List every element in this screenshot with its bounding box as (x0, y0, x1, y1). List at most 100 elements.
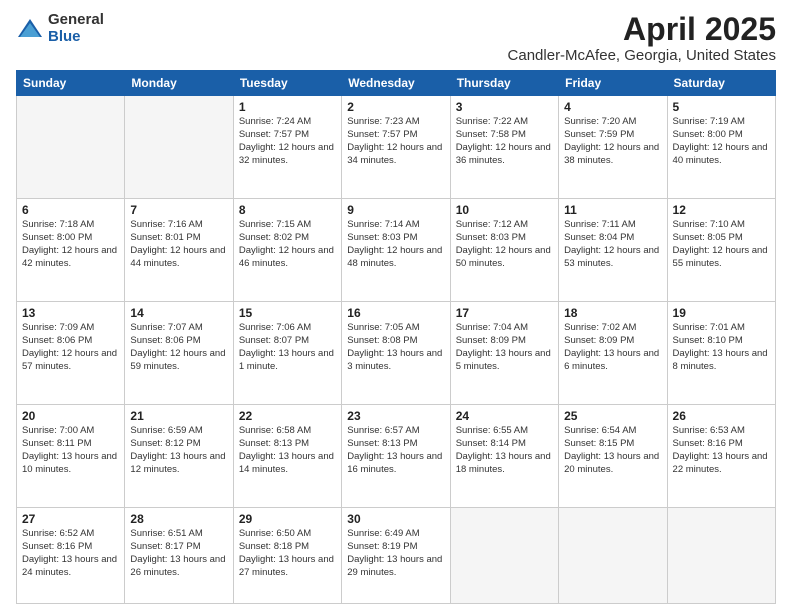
calendar-cell-0-0 (17, 96, 125, 199)
day-number: 12 (673, 203, 770, 217)
calendar-cell-1-3: 9Sunrise: 7:14 AM Sunset: 8:03 PM Daylig… (342, 199, 450, 302)
day-number: 22 (239, 409, 336, 423)
calendar-cell-2-4: 17 Sunrise: 7:04 AM Sunset: 8:09 PM Dayli… (450, 302, 558, 405)
day-info: Sunrise: 7:07 AM Sunset: 8:06 PM Dayligh… (130, 322, 227, 373)
day-info: Sunrise: 6:54 AM Sunset: 8:15 PM Dayligh… (564, 425, 661, 476)
day-number: 4 (564, 100, 661, 114)
day-info: Sunrise: 6:59 AM Sunset: 8:12 PM Dayligh… (130, 425, 227, 476)
day-number: 6 (22, 203, 119, 217)
day-number: 20 (22, 409, 119, 423)
day-number: 23 (347, 409, 444, 423)
day-info: Sunrise: 7:05 AM Sunset: 8:08 PM Dayligh… (347, 322, 444, 373)
day-info: Sunrise: 7:15 AM Sunset: 8:02 PM Dayligh… (239, 219, 336, 270)
header: General Blue April 2025 Candler-McAfee, … (16, 12, 776, 64)
calendar-week-row-0: 1 Sunrise: 7:24 AM Sunset: 7:57 PM Daylig… (17, 96, 776, 199)
day-info: Sunrise: 7:19 AM Sunset: 8:00 PM Dayligh… (673, 116, 770, 167)
day-info: Sunrise: 7:16 AM Sunset: 8:01 PM Dayligh… (130, 219, 227, 270)
calendar-cell-3-5: 25 Sunrise: 6:54 AM Sunset: 8:15 PM Dayli… (559, 405, 667, 508)
day-info: Sunrise: 7:24 AM Sunset: 7:57 PM Dayligh… (239, 116, 336, 167)
day-number: 11 (564, 203, 661, 217)
day-info: Sunrise: 7:22 AM Sunset: 7:58 PM Dayligh… (456, 116, 553, 167)
day-number: 17 (456, 306, 553, 320)
day-info: Sunrise: 7:04 AM Sunset: 8:09 PM Dayligh… (456, 322, 553, 373)
calendar-cell-1-0: 6 Sunrise: 7:18 AM Sunset: 8:00 PM Daylig… (17, 199, 125, 302)
day-number: 25 (564, 409, 661, 423)
col-monday: Monday (125, 71, 233, 96)
day-number: 24 (456, 409, 553, 423)
calendar-cell-0-3: 2 Sunrise: 7:23 AM Sunset: 7:57 PM Daylig… (342, 96, 450, 199)
calendar-cell-4-6 (667, 508, 775, 604)
day-number: 29 (239, 512, 336, 526)
day-number: 13 (22, 306, 119, 320)
calendar-table: Sunday Monday Tuesday Wednesday Thursday… (16, 70, 776, 604)
logo-text: General Blue (48, 12, 104, 45)
day-info: Sunrise: 6:50 AM Sunset: 8:18 PM Dayligh… (239, 528, 336, 579)
main-title: April 2025 (508, 12, 776, 47)
day-info: Sunrise: 7:18 AM Sunset: 8:00 PM Dayligh… (22, 219, 119, 270)
col-wednesday: Wednesday (342, 71, 450, 96)
calendar-cell-2-0: 13 Sunrise: 7:09 AM Sunset: 8:06 PM Dayli… (17, 302, 125, 405)
calendar-cell-1-4: 10 Sunrise: 7:12 AM Sunset: 8:03 PM Dayli… (450, 199, 558, 302)
day-info: Sunrise: 6:53 AM Sunset: 8:16 PM Dayligh… (673, 425, 770, 476)
calendar-cell-3-1: 21 Sunrise: 6:59 AM Sunset: 8:12 PM Dayli… (125, 405, 233, 508)
logo-blue: Blue (48, 29, 104, 46)
day-number: 3 (456, 100, 553, 114)
day-number: 8 (239, 203, 336, 217)
calendar-cell-3-3: 23 Sunrise: 6:57 AM Sunset: 8:13 PM Dayli… (342, 405, 450, 508)
day-info: Sunrise: 7:14 AM Sunset: 8:03 PM Dayligh… (347, 219, 444, 270)
day-info: Sunrise: 7:00 AM Sunset: 8:11 PM Dayligh… (22, 425, 119, 476)
day-info: Sunrise: 6:51 AM Sunset: 8:17 PM Dayligh… (130, 528, 227, 579)
calendar-cell-1-2: 8 Sunrise: 7:15 AM Sunset: 8:02 PM Daylig… (233, 199, 341, 302)
day-number: 10 (456, 203, 553, 217)
col-saturday: Saturday (667, 71, 775, 96)
day-info: Sunrise: 6:52 AM Sunset: 8:16 PM Dayligh… (22, 528, 119, 579)
calendar-cell-2-1: 14 Sunrise: 7:07 AM Sunset: 8:06 PM Dayli… (125, 302, 233, 405)
calendar-cell-0-2: 1 Sunrise: 7:24 AM Sunset: 7:57 PM Daylig… (233, 96, 341, 199)
day-number: 27 (22, 512, 119, 526)
calendar-cell-2-6: 19Sunrise: 7:01 AM Sunset: 8:10 PM Dayli… (667, 302, 775, 405)
subtitle: Candler-McAfee, Georgia, United States (508, 47, 776, 64)
calendar-cell-0-4: 3 Sunrise: 7:22 AM Sunset: 7:58 PM Daylig… (450, 96, 558, 199)
calendar-week-row-1: 6 Sunrise: 7:18 AM Sunset: 8:00 PM Daylig… (17, 199, 776, 302)
day-info: Sunrise: 6:49 AM Sunset: 8:19 PM Dayligh… (347, 528, 444, 579)
day-number: 16 (347, 306, 444, 320)
logo-icon (16, 15, 44, 43)
calendar-cell-4-2: 29 Sunrise: 6:50 AM Sunset: 8:18 PM Dayli… (233, 508, 341, 604)
day-number: 5 (673, 100, 770, 114)
calendar-cell-3-2: 22 Sunrise: 6:58 AM Sunset: 8:13 PM Dayli… (233, 405, 341, 508)
day-info: Sunrise: 7:12 AM Sunset: 8:03 PM Dayligh… (456, 219, 553, 270)
title-block: April 2025 Candler-McAfee, Georgia, Unit… (508, 12, 776, 64)
day-number: 19 (673, 306, 770, 320)
calendar-week-row-2: 13 Sunrise: 7:09 AM Sunset: 8:06 PM Dayli… (17, 302, 776, 405)
col-thursday: Thursday (450, 71, 558, 96)
day-number: 30 (347, 512, 444, 526)
day-info: Sunrise: 7:09 AM Sunset: 8:06 PM Dayligh… (22, 322, 119, 373)
day-info: Sunrise: 6:55 AM Sunset: 8:14 PM Dayligh… (456, 425, 553, 476)
day-number: 7 (130, 203, 227, 217)
calendar-header-row: Sunday Monday Tuesday Wednesday Thursday… (17, 71, 776, 96)
logo-general: General (48, 12, 104, 29)
day-number: 2 (347, 100, 444, 114)
day-info: Sunrise: 6:58 AM Sunset: 8:13 PM Dayligh… (239, 425, 336, 476)
day-number: 21 (130, 409, 227, 423)
calendar-cell-4-3: 30 Sunrise: 6:49 AM Sunset: 8:19 PM Dayli… (342, 508, 450, 604)
col-friday: Friday (559, 71, 667, 96)
day-number: 14 (130, 306, 227, 320)
day-info: Sunrise: 6:57 AM Sunset: 8:13 PM Dayligh… (347, 425, 444, 476)
calendar-cell-4-5 (559, 508, 667, 604)
calendar-cell-3-0: 20 Sunrise: 7:00 AM Sunset: 8:11 PM Dayli… (17, 405, 125, 508)
calendar-cell-2-2: 15Sunrise: 7:06 AM Sunset: 8:07 PM Dayli… (233, 302, 341, 405)
calendar-cell-3-6: 26Sunrise: 6:53 AM Sunset: 8:16 PM Dayli… (667, 405, 775, 508)
day-info: Sunrise: 7:23 AM Sunset: 7:57 PM Dayligh… (347, 116, 444, 167)
day-number: 18 (564, 306, 661, 320)
calendar-cell-1-6: 12Sunrise: 7:10 AM Sunset: 8:05 PM Dayli… (667, 199, 775, 302)
calendar-cell-0-6: 5 Sunrise: 7:19 AM Sunset: 8:00 PM Daylig… (667, 96, 775, 199)
calendar-week-row-4: 27 Sunrise: 6:52 AM Sunset: 8:16 PM Dayli… (17, 508, 776, 604)
logo: General Blue (16, 12, 104, 45)
calendar-cell-0-1 (125, 96, 233, 199)
calendar-cell-4-0: 27 Sunrise: 6:52 AM Sunset: 8:16 PM Dayli… (17, 508, 125, 604)
calendar-cell-1-1: 7 Sunrise: 7:16 AM Sunset: 8:01 PM Daylig… (125, 199, 233, 302)
page: General Blue April 2025 Candler-McAfee, … (0, 0, 792, 612)
day-number: 1 (239, 100, 336, 114)
calendar-cell-0-5: 4Sunrise: 7:20 AM Sunset: 7:59 PM Daylig… (559, 96, 667, 199)
